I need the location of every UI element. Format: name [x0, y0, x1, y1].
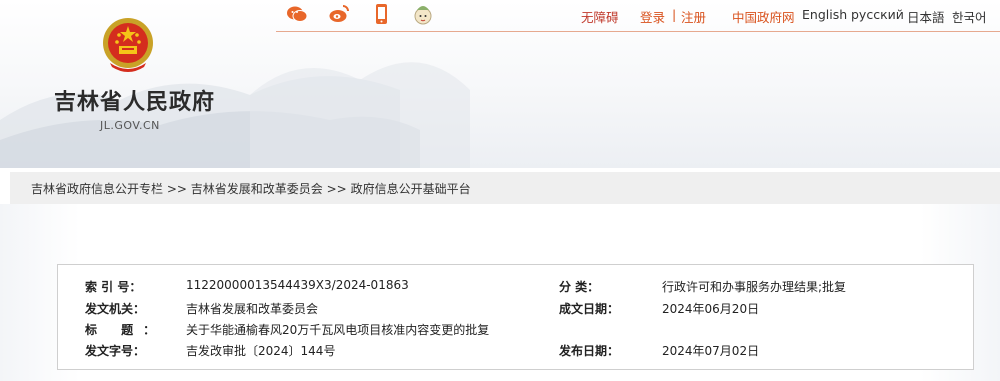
index-label: 索 引 号：: [85, 280, 142, 294]
publish-label: 发布日期：: [559, 344, 620, 358]
social-icons: [286, 3, 434, 25]
site-domain: JL.GOV.CN: [100, 119, 160, 132]
publish-value: 2024年07月02日: [662, 344, 760, 358]
breadcrumb-separator: >>: [167, 182, 191, 196]
china-gov-link[interactable]: 中国政府网: [732, 7, 795, 26]
info-row-title: 标 题： 关于华能通榆春风20万千瓦风电项目核准内容变更的批复: [58, 321, 973, 341]
category-value: 行政许可和办事服务办理结果;批复: [662, 280, 847, 294]
national-emblem-icon: [100, 15, 156, 75]
weibo-icon[interactable]: [328, 3, 350, 25]
title-label: 标 题：: [85, 323, 166, 337]
issuer-label: 发文机关：: [85, 302, 146, 316]
doc-no-label: 发文字号：: [85, 344, 146, 358]
category-label: 分 类：: [559, 280, 600, 294]
info-row-issuer: 发文机关： 吉林省发展和改革委员会 成文日期： 2024年06月20日: [58, 300, 973, 320]
document-info-table: 索 引 号： 11220000013544439X3/2024-01863 分 …: [57, 264, 974, 370]
accessibility-link[interactable]: 无障碍: [581, 7, 619, 26]
top-bar: 无障碍 登录 | 注册 中国政府网 English русский 日本語 한국…: [276, 0, 1000, 32]
breadcrumb-item-drc[interactable]: 吉林省发展和改革委员会: [191, 182, 323, 196]
lang-russian[interactable]: русский: [851, 7, 904, 22]
title-value: 关于华能通榆春风20万千瓦风电项目核准内容变更的批复: [186, 323, 490, 337]
lang-japanese[interactable]: 日本語: [907, 7, 945, 26]
info-row-docno: 发文字号： 吉发改审批〔2024〕144号 发布日期： 2024年07月02日: [58, 342, 973, 362]
wechat-icon[interactable]: [286, 3, 308, 25]
login-link[interactable]: 登录: [640, 7, 665, 26]
breadcrumb-separator-text: >>: [166, 182, 187, 196]
info-row-index: 索 引 号： 11220000013544439X3/2024-01863 分 …: [58, 278, 973, 298]
issuer-value: 吉林省发展和改革委员会: [186, 302, 319, 316]
index-value: 11220000013544439X3/2024-01863: [186, 278, 409, 292]
register-link[interactable]: 注册: [681, 7, 706, 26]
mascot-icon[interactable]: [412, 3, 434, 25]
breadcrumb-separator: >>: [327, 182, 351, 196]
link-separator: |: [672, 7, 677, 22]
breadcrumb-item-platform[interactable]: 政府信息公开基础平台: [351, 182, 471, 196]
lang-korean[interactable]: 한국어: [952, 7, 987, 26]
doc-no-value: 吉发改审批〔2024〕144号: [186, 344, 336, 358]
date-label: 成文日期：: [559, 302, 620, 316]
breadcrumb-item-open-column[interactable]: 吉林省政府信息公开专栏: [31, 182, 163, 196]
breadcrumb-separator-text: >>: [326, 182, 347, 196]
mobile-icon[interactable]: [370, 3, 392, 25]
date-value: 2024年06月20日: [662, 302, 760, 316]
site-title[interactable]: 吉林省人民政府: [54, 84, 215, 116]
breadcrumb: 吉林省政府信息公开专栏 >> 吉林省发展和改革委员会 >> 政府信息公开基础平台: [10, 172, 1000, 204]
lang-english[interactable]: English: [802, 7, 847, 22]
